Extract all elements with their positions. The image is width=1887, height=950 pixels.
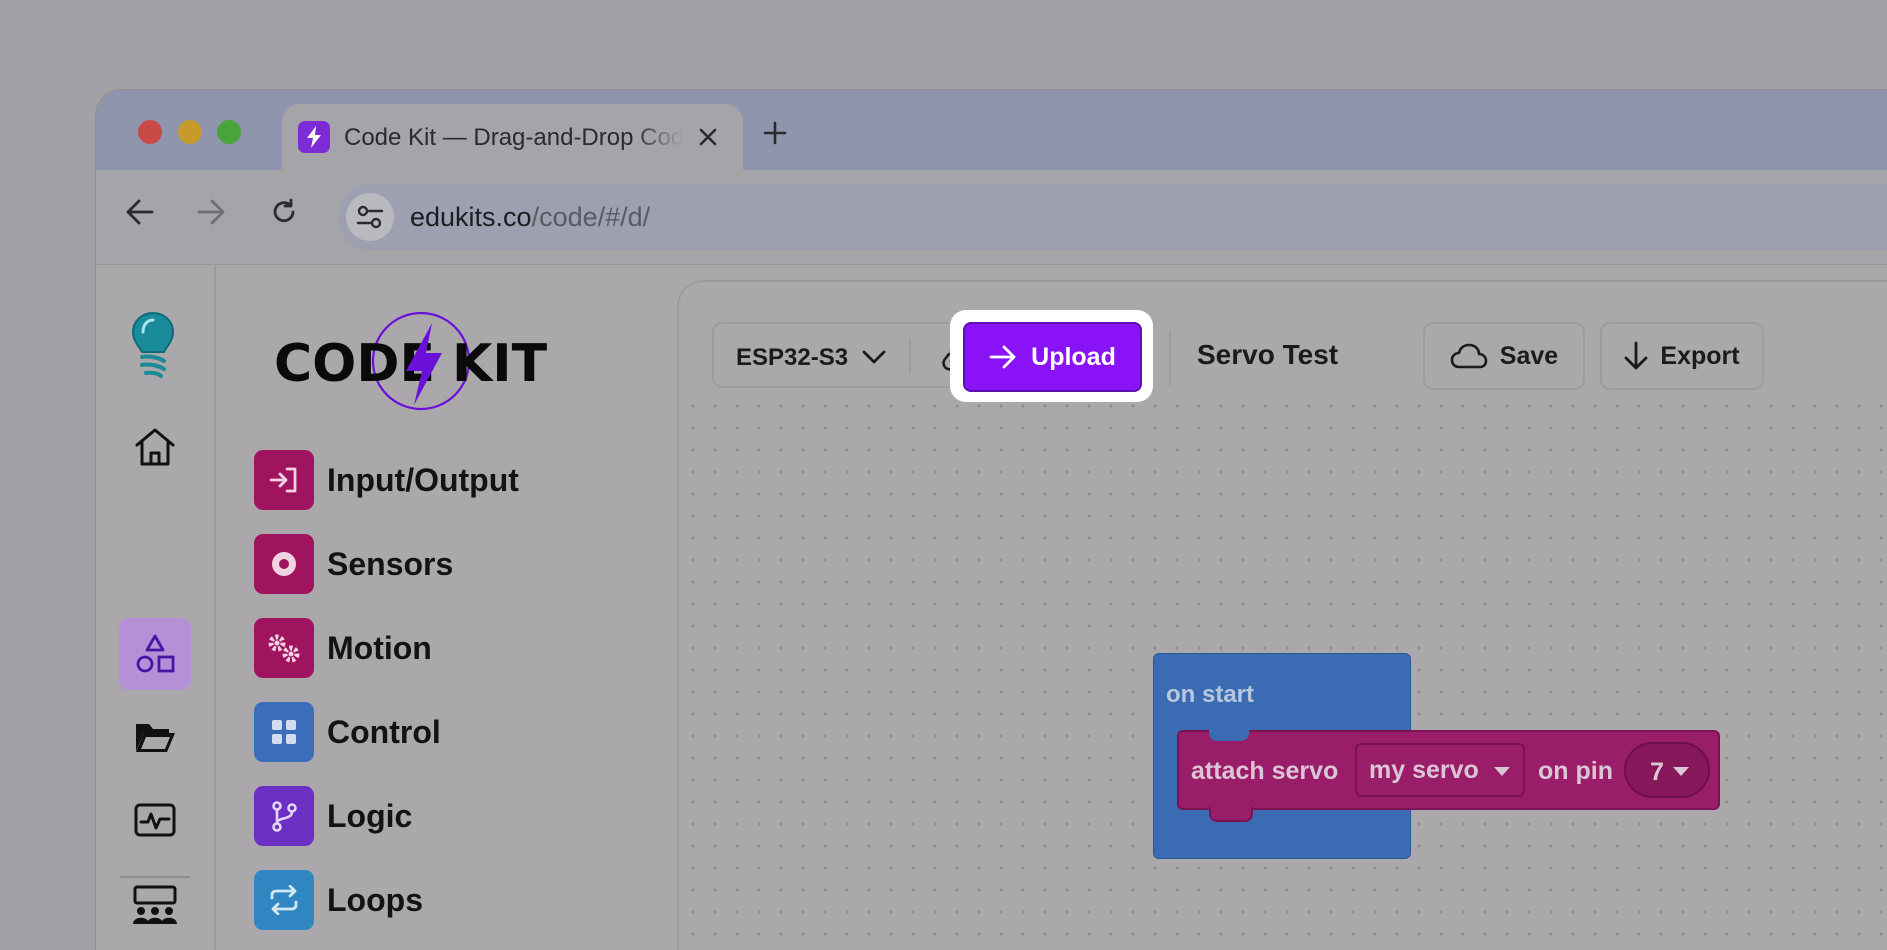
upload-label: Upload (1031, 342, 1116, 371)
lightbulb-logo-icon[interactable] (129, 311, 177, 381)
upload-button[interactable]: Upload (963, 322, 1142, 392)
lightning-bolt-icon (298, 121, 330, 153)
code-kit-logo[interactable]: CODE KIT (274, 305, 574, 415)
reload-icon[interactable] (264, 192, 304, 232)
code-kit-app: CODE KIT Input/Output Sensors Motion Con… (96, 265, 1887, 950)
chevron-down-icon[interactable] (860, 343, 888, 371)
export-button[interactable]: Export (1600, 322, 1764, 390)
block-workspace[interactable]: ESP32-S3 Upload Servo Test Save Export o… (677, 280, 1887, 950)
category-motion[interactable]: Motion (254, 618, 432, 678)
board-divider (909, 338, 911, 374)
folder-open-icon[interactable] (119, 701, 191, 773)
export-label: Export (1660, 341, 1740, 370)
block-tab (1209, 807, 1253, 822)
project-name[interactable]: Servo Test (1197, 339, 1338, 371)
category-loops[interactable]: Loops (254, 870, 423, 930)
sign-in-icon (254, 450, 314, 510)
url-host: edukits.co (410, 202, 532, 232)
rail-divider (120, 876, 190, 878)
close-icon[interactable] (693, 122, 723, 152)
forward-arrow-icon[interactable] (191, 192, 231, 232)
category-label: Logic (327, 797, 413, 834)
pin-dropdown[interactable]: 7 (1624, 742, 1710, 798)
site-settings-icon[interactable] (346, 193, 394, 241)
classroom-icon[interactable] (119, 869, 191, 941)
tab-strip: Code Kit — Drag-and-Drop Coding (96, 90, 1887, 170)
toolbar-divider (1169, 330, 1171, 386)
pin-value: 7 (1650, 758, 1664, 786)
brand-kit: KIT (452, 334, 548, 394)
grid-icon (254, 702, 314, 762)
side-rail (96, 265, 216, 950)
servo-variable-dropdown[interactable]: my servo (1355, 743, 1525, 797)
caret-down-icon (1672, 764, 1690, 782)
shapes-icon[interactable] (119, 618, 191, 690)
url-text[interactable]: edukits.co/code/#/d/ (410, 202, 650, 233)
category-label: Sensors (327, 545, 454, 582)
arrow-right-icon (989, 345, 1017, 369)
category-logic[interactable]: Logic (254, 786, 412, 846)
workspace-toolbar: ESP32-S3 Upload Servo Test Save Export (679, 282, 1887, 402)
back-arrow-icon[interactable] (120, 192, 160, 232)
minimize-window-button[interactable] (178, 120, 202, 144)
record-icon (254, 534, 314, 594)
on-start-label: on start (1166, 681, 1255, 708)
board-name: ESP32-S3 (736, 344, 849, 371)
category-label: Motion (327, 629, 432, 666)
branch-icon (254, 786, 314, 846)
block-notch (1209, 729, 1249, 741)
attach-servo-block[interactable]: attach servo my servo on pin 7 (1177, 729, 1720, 822)
category-control[interactable]: Control (254, 702, 441, 762)
category-sensors[interactable]: Sensors (254, 534, 453, 594)
category-label: Loops (327, 881, 423, 918)
browser-window: Code Kit — Drag-and-Drop Coding edukits.… (96, 90, 1887, 950)
save-label: Save (1499, 341, 1559, 370)
upload-highlight: Upload (950, 310, 1153, 402)
home-icon[interactable] (119, 411, 191, 483)
repeat-icon (254, 870, 314, 930)
gears-icon (254, 618, 314, 678)
category-label: Input/Output (327, 461, 519, 498)
maximize-window-button[interactable] (217, 120, 241, 144)
browser-tab[interactable]: Code Kit — Drag-and-Drop Coding (282, 104, 743, 170)
browser-toolbar: edukits.co/code/#/d/ (96, 170, 1887, 265)
arrow-down-icon (1624, 341, 1648, 371)
close-window-button[interactable] (138, 120, 162, 144)
attach-servo-label: attach servo (1191, 757, 1339, 785)
url-path: /code/#/d/ (531, 202, 651, 232)
address-bar[interactable]: edukits.co/code/#/d/ (338, 184, 1887, 250)
caret-down-icon (1493, 764, 1511, 782)
category-input-output[interactable]: Input/Output (254, 450, 519, 510)
new-tab-button[interactable] (760, 118, 790, 148)
save-button[interactable]: Save (1423, 322, 1585, 390)
tab-title: Code Kit — Drag-and-Drop Coding (344, 124, 682, 151)
cloud-icon (1450, 342, 1488, 370)
pulse-icon[interactable] (119, 784, 191, 856)
on-pin-label: on pin (1538, 757, 1613, 785)
category-label: Control (327, 713, 441, 750)
servo-variable-value: my servo (1369, 755, 1479, 784)
